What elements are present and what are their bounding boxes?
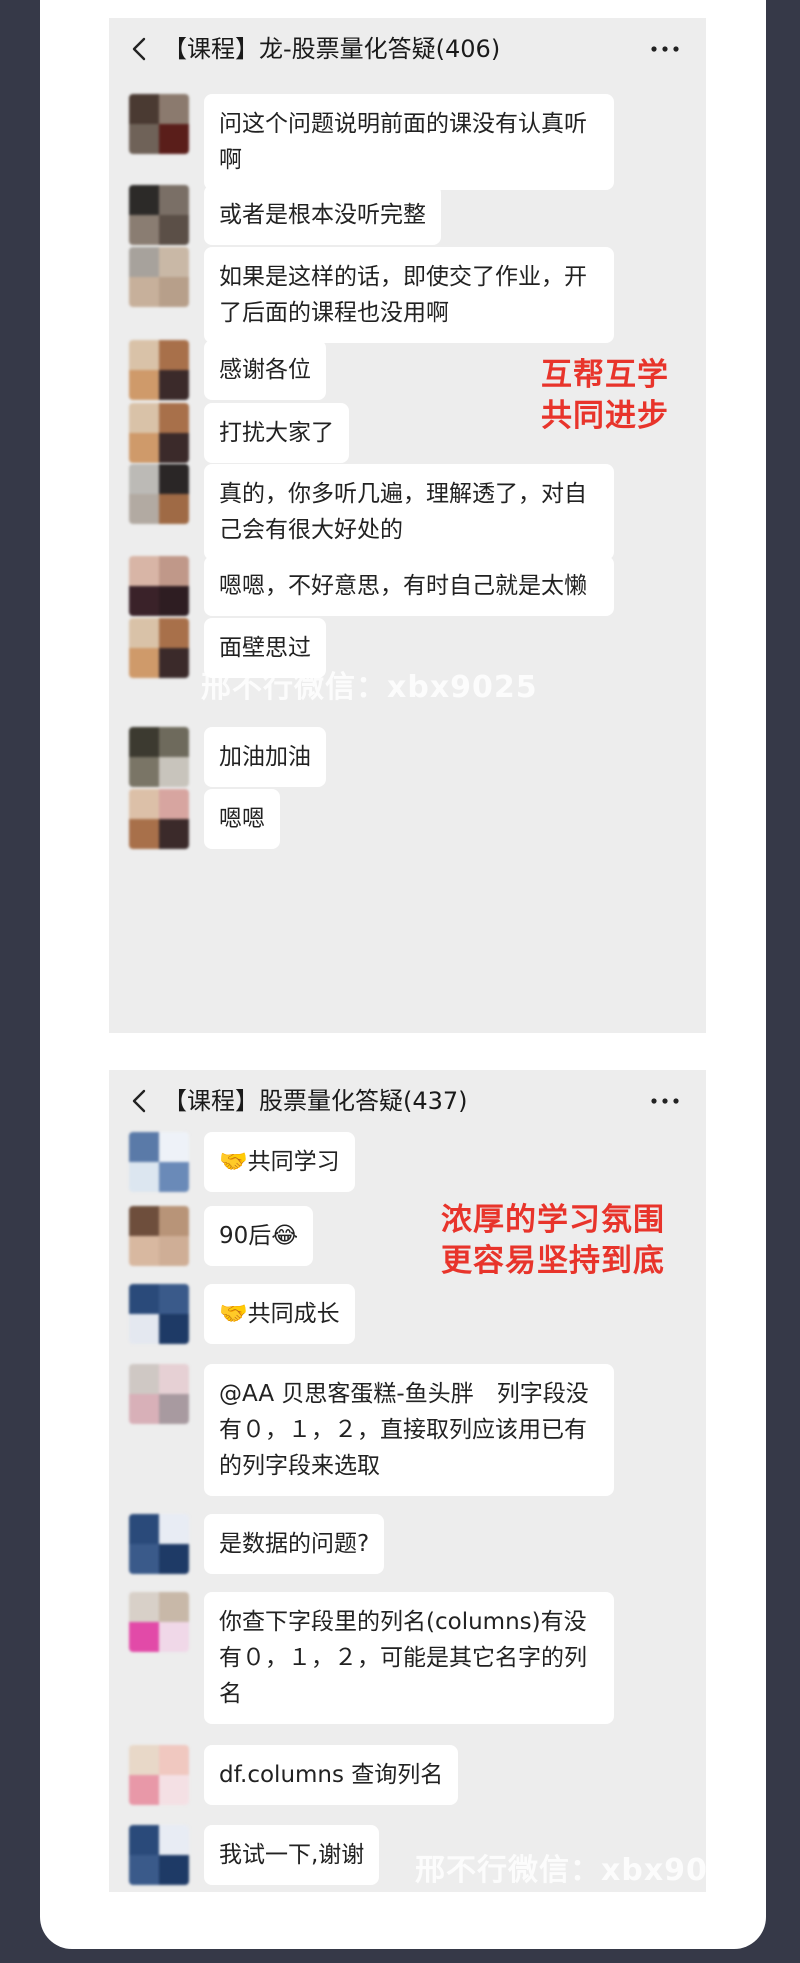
avatar[interactable] — [129, 340, 189, 400]
avatar[interactable] — [129, 618, 189, 678]
chat-title: 【课程】龙-股票量化答疑(406) — [163, 35, 501, 63]
avatar[interactable] — [129, 464, 189, 524]
avatar[interactable] — [129, 1825, 189, 1885]
message-bubble[interactable]: 是数据的问题? — [204, 1514, 385, 1574]
message-bubble[interactable]: 或者是根本没听完整 — [204, 185, 441, 245]
chat-title-bar: 【课程】龙-股票量化答疑(406) — [109, 18, 706, 80]
avatar[interactable] — [129, 1206, 189, 1266]
message-bubble[interactable]: 感谢各位 — [204, 340, 326, 400]
chat-screenshot-2: 【课程】股票量化答疑(437) 🤝共同学习 90后😂 🤝共同成长 @AA 贝思客… — [109, 1070, 706, 1892]
watermark-text: 邢不行微信：xbx9025 — [201, 670, 538, 705]
message-bubble[interactable]: 90后😂 — [204, 1206, 314, 1266]
back-arrow-icon[interactable] — [127, 36, 153, 62]
promo-line: 浓厚的学习氛围 — [441, 1202, 665, 1238]
message-bubble[interactable]: 嗯嗯 — [204, 789, 280, 849]
avatar[interactable] — [129, 727, 189, 787]
message-bubble[interactable]: @AA 贝思客蛋糕-鱼头胖 列字段没有０，１，２，直接取列应该用已有的列字段来选… — [204, 1364, 614, 1496]
promo-line: 更容易坚持到底 — [441, 1243, 665, 1279]
avatar[interactable] — [129, 403, 189, 463]
avatar[interactable] — [129, 1514, 189, 1574]
message-bubble[interactable]: 如果是这样的话，即使交了作业，开了后面的课程也没用啊 — [204, 247, 614, 343]
promo-line: 互帮互学 — [541, 357, 669, 393]
back-arrow-icon[interactable] — [127, 1088, 153, 1114]
avatar[interactable] — [129, 556, 189, 616]
promo-line: 共同进步 — [541, 398, 669, 434]
message-bubble[interactable]: df.columns 查询列名 — [204, 1745, 459, 1805]
chat-title-bar: 【课程】股票量化答疑(437) — [109, 1070, 706, 1132]
avatar[interactable] — [129, 1132, 189, 1192]
message-bubble[interactable]: 🤝共同学习 — [204, 1132, 355, 1192]
message-bubble[interactable]: 🤝共同成长 — [204, 1284, 355, 1344]
avatar[interactable] — [129, 1592, 189, 1652]
more-dots-icon[interactable] — [648, 1088, 682, 1114]
message-bubble[interactable]: 我试一下,谢谢 — [204, 1825, 380, 1885]
avatar[interactable] — [129, 789, 189, 849]
avatar[interactable] — [129, 1364, 189, 1424]
message-bubble[interactable]: 问这个问题说明前面的课没有认真听啊 — [204, 94, 614, 190]
more-dots-icon[interactable] — [648, 36, 682, 62]
message-bubble[interactable]: 嗯嗯，不好意思，有时自己就是太懒 — [204, 556, 614, 616]
watermark-text: 邢不行微信：xbx9025 — [415, 1853, 706, 1888]
avatar[interactable] — [129, 185, 189, 245]
chat-title: 【课程】股票量化答疑(437) — [163, 1087, 468, 1115]
avatar[interactable] — [129, 94, 189, 154]
message-bubble[interactable]: 打扰大家了 — [204, 403, 349, 463]
message-bubble[interactable]: 加油加油 — [204, 727, 326, 787]
promo-overlay-text: 互帮互学 共同进步 — [541, 355, 669, 437]
avatar[interactable] — [129, 1745, 189, 1805]
avatar[interactable] — [129, 1284, 189, 1344]
promo-overlay-text: 浓厚的学习氛围 更容易坚持到底 — [441, 1200, 665, 1282]
chat-screenshot-1: 【课程】龙-股票量化答疑(406) 问这个问题说明前面的课没有认真听啊 或者是根… — [109, 18, 706, 1033]
avatar[interactable] — [129, 247, 189, 307]
message-bubble[interactable]: 你查下字段里的列名(columns)有没有０，１，２，可能是其它名字的列名 — [204, 1592, 614, 1724]
message-bubble[interactable]: 真的，你多听几遍，理解透了，对自己会有很大好处的 — [204, 464, 614, 560]
